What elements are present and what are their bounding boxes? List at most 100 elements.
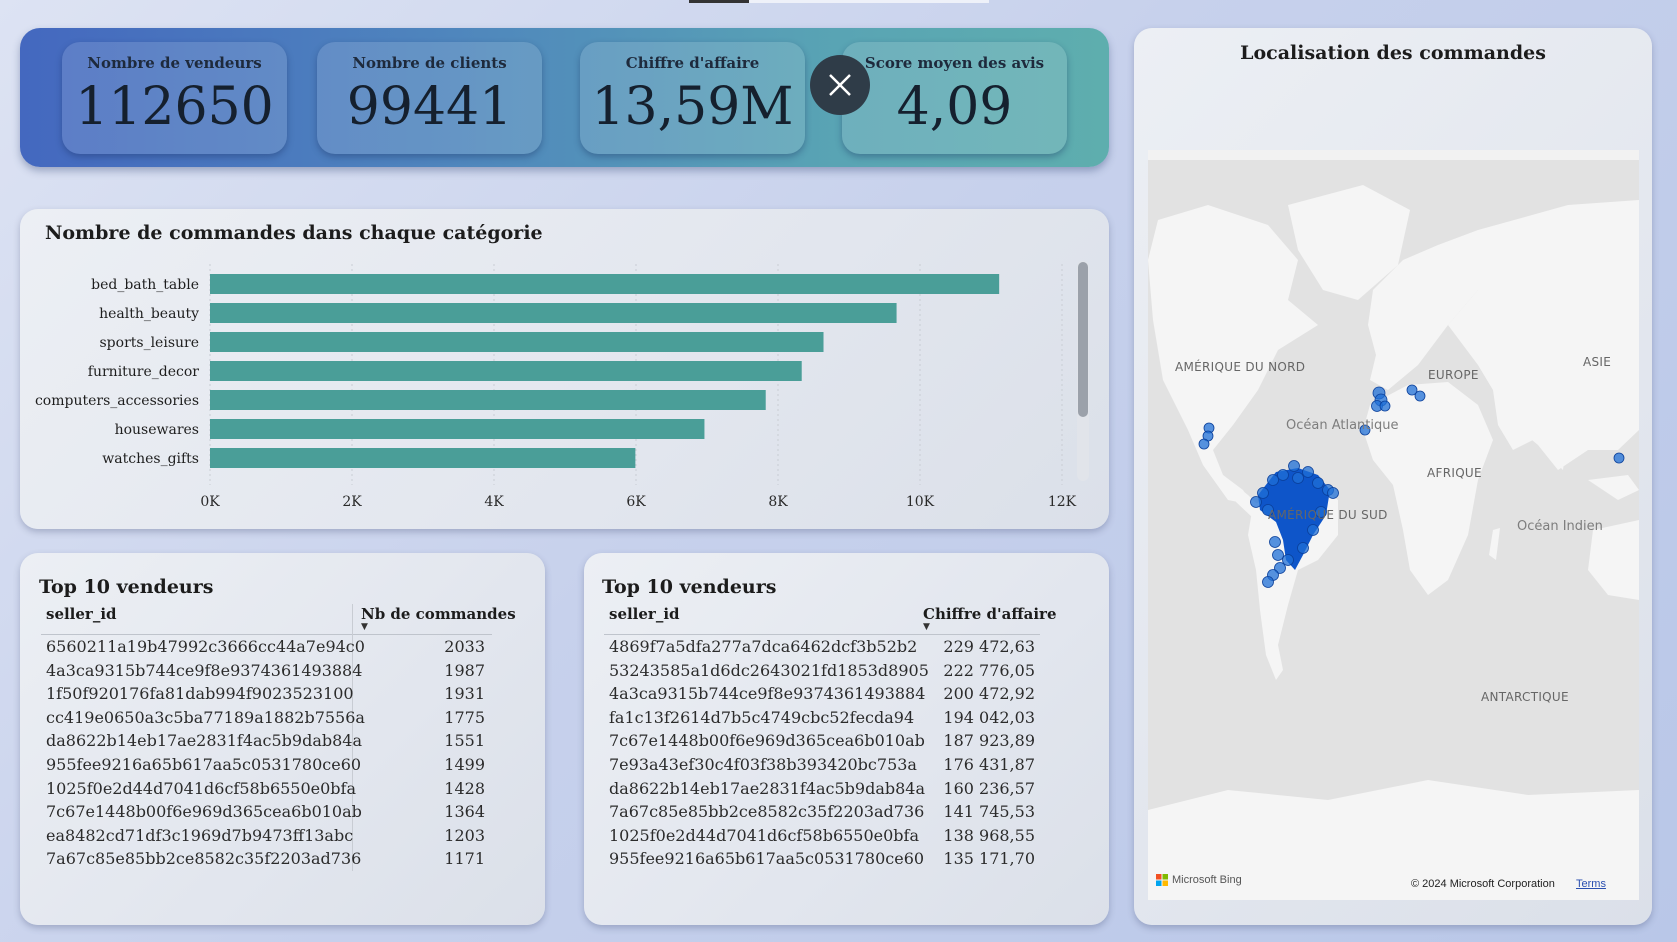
bing-logo: Microsoft Bing xyxy=(1156,874,1242,886)
table-row[interactable]: 4869f7a5dfa277a7dca6462dcf3b52b2 229 472,… xyxy=(609,637,1035,661)
table-row[interactable]: 4a3ca9315b744ce9f8e9374361493884 1987 xyxy=(46,661,485,685)
kpi-banner: Nombre de vendeurs 112650 Nombre de clie… xyxy=(20,28,1109,167)
value-cell: 1775 xyxy=(444,707,485,727)
table-row[interactable]: 955fee9216a65b617aa5c0531780ce60 135 171,… xyxy=(609,849,1035,873)
order-location-marker[interactable] xyxy=(1414,390,1426,402)
map-copyright: © 2024 Microsoft Corporation xyxy=(1411,878,1555,890)
seller-id-cell: 4a3ca9315b744ce9f8e9374361493884 xyxy=(46,660,363,680)
seller-id-cell: ea8482cd71df3c1969d7b9473ff13abc xyxy=(46,825,354,845)
map-label-indian-ocean: Océan Indien xyxy=(1517,519,1603,534)
table-row[interactable]: da8622b14eb17ae2831f4ac5b9dab84a 160 236,… xyxy=(609,779,1035,803)
category-chart-panel xyxy=(20,209,1109,529)
map-label-atlantic: Océan Atlantique xyxy=(1286,418,1399,433)
table-row[interactable]: 1025f0e2d44d7041d6cf58b6550e0bfa 138 968,… xyxy=(609,826,1035,850)
order-location-marker[interactable] xyxy=(1297,542,1309,554)
order-location-marker[interactable] xyxy=(1269,536,1281,548)
col-header-order-count[interactable]: Nb de commandes xyxy=(361,605,516,623)
kpi-value: 99441 xyxy=(346,77,513,137)
value-cell: 176 431,87 xyxy=(943,755,1035,774)
table-row[interactable]: 7e93a43ef30c4f03f38b393420bc753a 176 431,… xyxy=(609,755,1035,779)
table-row[interactable]: cc419e0650a3c5ba77189a1882b7556a 1775 xyxy=(46,708,485,732)
col-header-revenue[interactable]: Chiffre d'affaire xyxy=(923,605,1057,623)
chart-scrollbar-thumb[interactable] xyxy=(1078,262,1088,417)
value-cell: 1364 xyxy=(444,802,485,822)
map-title: Localisation des commandes xyxy=(1240,42,1546,64)
order-location-map[interactable]: AMÉRIQUE DU NORD EUROPE ASIE Océan Atlan… xyxy=(1148,150,1639,900)
table-row[interactable]: 1025f0e2d44d7041d6cf58b6550e0bfa 1428 xyxy=(46,779,485,803)
page-tab-active-indicator[interactable] xyxy=(689,0,749,3)
table-row[interactable]: da8622b14eb17ae2831f4ac5b9dab84a 1551 xyxy=(46,731,485,755)
sort-desc-icon[interactable]: ▼ xyxy=(923,622,930,632)
order-location-marker[interactable] xyxy=(1312,477,1324,489)
map-terms-link[interactable]: Terms xyxy=(1576,878,1606,890)
order-location-marker[interactable] xyxy=(1257,487,1269,499)
seller-id-cell: 7c67e1448b00f6e969d365cea6b010ab xyxy=(609,731,925,751)
table-row[interactable]: ea8482cd71df3c1969d7b9473ff13abc 1203 xyxy=(46,826,485,850)
seller-id-cell: 955fee9216a65b617aa5c0531780ce60 xyxy=(46,755,362,774)
order-location-marker[interactable] xyxy=(1379,400,1391,412)
seller-id-cell: 1f50f920176fa81dab994f9023523100 xyxy=(46,684,354,704)
kpi-title: Nombre de vendeurs xyxy=(87,54,262,72)
table-row[interactable]: 955fee9216a65b617aa5c0531780ce60 1499 xyxy=(46,755,485,779)
top-sellers-revenue-title: Top 10 vendeurs xyxy=(602,576,777,598)
map-label-europe: EUROPE xyxy=(1428,368,1479,382)
col-header-seller-id[interactable]: seller_id xyxy=(46,605,117,623)
value-cell: 1931 xyxy=(444,684,485,704)
value-cell: 1987 xyxy=(444,660,485,680)
seller-id-cell: 7e93a43ef30c4f03f38b393420bc753a xyxy=(609,755,917,774)
order-location-marker[interactable] xyxy=(1292,472,1304,484)
category-chart-title: Nombre de commandes dans chaque catégori… xyxy=(45,222,543,244)
seller-id-cell: 6560211a19b47992c3666cc44a7e94c0 xyxy=(46,637,365,656)
seller-id-cell: 53243585a1d6dc2643021fd1853d8905 xyxy=(609,660,929,680)
order-location-marker[interactable] xyxy=(1272,549,1284,561)
seller-id-cell: 1025f0e2d44d7041d6cf58b6550e0bfa xyxy=(609,825,920,845)
value-cell: 200 472,92 xyxy=(943,684,1035,704)
order-location-marker[interactable] xyxy=(1250,496,1262,508)
seller-id-cell: 7a67c85e85bb2ce8582c35f2203ad736 xyxy=(46,849,362,869)
order-location-marker[interactable] xyxy=(1288,460,1300,472)
col-header-seller-id[interactable]: seller_id xyxy=(609,605,680,623)
value-cell: 141 745,53 xyxy=(943,802,1035,822)
order-location-marker[interactable] xyxy=(1302,466,1314,478)
value-cell: 1499 xyxy=(444,755,485,774)
order-location-marker[interactable] xyxy=(1613,452,1625,464)
order-location-marker[interactable] xyxy=(1277,469,1289,481)
bing-brand-text: Microsoft Bing xyxy=(1172,874,1242,886)
order-location-marker[interactable] xyxy=(1262,576,1274,588)
table-row[interactable]: 7c67e1448b00f6e969d365cea6b010ab 187 923,… xyxy=(609,731,1035,755)
kpi-card-clients: Nombre de clients 99441 xyxy=(317,42,542,154)
seller-id-cell: 955fee9216a65b617aa5c0531780ce60 xyxy=(609,849,925,869)
kpi-card-review-score: Score moyen des avis 4,09 xyxy=(842,42,1067,154)
seller-id-cell: 4869f7a5dfa277a7dca6462dcf3b52b2 xyxy=(609,637,918,656)
map-label-antarctica: ANTARCTIQUE xyxy=(1481,690,1569,704)
order-location-marker[interactable] xyxy=(1267,474,1279,486)
value-cell: 187 923,89 xyxy=(943,731,1035,751)
map-label-asia: ASIE xyxy=(1583,355,1612,369)
kpi-title: Chiffre d'affaire xyxy=(625,54,760,72)
value-cell: 222 776,05 xyxy=(943,660,1035,680)
table-row[interactable]: fa1c13f2614d7b5c4749cbc52fecda94 194 042,… xyxy=(609,708,1035,732)
header-divider xyxy=(41,634,492,635)
table-row[interactable]: 7c67e1448b00f6e969d365cea6b010ab 1364 xyxy=(46,802,485,826)
order-location-marker[interactable] xyxy=(1198,438,1210,450)
table-row[interactable]: 1f50f920176fa81dab994f9023523100 1931 xyxy=(46,684,485,708)
sort-desc-icon[interactable]: ▼ xyxy=(361,622,368,632)
microsoft-logo-icon xyxy=(1156,874,1168,886)
order-location-marker[interactable] xyxy=(1327,487,1339,499)
table-row[interactable]: 4a3ca9315b744ce9f8e9374361493884 200 472,… xyxy=(609,684,1035,708)
table-row[interactable]: 7a67c85e85bb2ce8582c35f2203ad736 141 745,… xyxy=(609,802,1035,826)
order-location-marker[interactable] xyxy=(1307,524,1319,536)
close-button[interactable] xyxy=(810,55,870,115)
seller-id-cell: cc419e0650a3c5ba77189a1882b7556a xyxy=(46,707,365,727)
kpi-card-sellers: Nombre de vendeurs 112650 xyxy=(62,42,287,154)
seller-id-cell: 4a3ca9315b744ce9f8e9374361493884 xyxy=(609,684,926,704)
table-row[interactable]: 7a67c85e85bb2ce8582c35f2203ad736 1171 xyxy=(46,849,485,873)
seller-id-cell: da8622b14eb17ae2831f4ac5b9dab84a xyxy=(609,778,926,798)
value-cell: 138 968,55 xyxy=(943,825,1035,845)
table-row[interactable]: 53243585a1d6dc2643021fd1853d8905 222 776,… xyxy=(609,661,1035,685)
seller-id-cell: da8622b14eb17ae2831f4ac5b9dab84a xyxy=(46,731,363,751)
value-cell: 2033 xyxy=(444,637,485,656)
map-label-north-america: AMÉRIQUE DU NORD xyxy=(1175,360,1306,374)
seller-id-cell: 7a67c85e85bb2ce8582c35f2203ad736 xyxy=(609,802,925,822)
table-row[interactable]: 6560211a19b47992c3666cc44a7e94c0 2033 xyxy=(46,637,485,661)
